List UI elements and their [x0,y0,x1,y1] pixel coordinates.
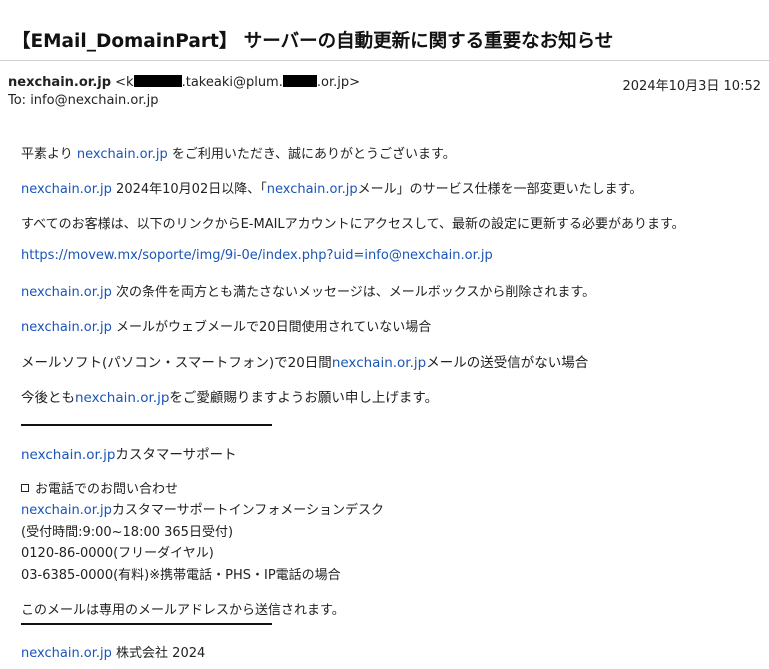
desk-line: nexchain.or.jpカスタマーサポートインフォメーションデスク [21,499,384,518]
text: をご利用いただき、誠にありがとうございます。 [167,147,456,162]
instruction-paragraph: すべてのお客様は、以下のリンクからE-MAILアカウントにアクセスして、最新の設… [21,217,685,232]
condition-2-paragraph: メールソフト(パソコン・スマートフォン)で20日間nexchain.or.jpメ… [21,351,588,371]
text: お電話でのお問い合わせ [35,482,179,497]
phishing-url-link[interactable]: https://movew.mx/soporte/img/9i-0e/index… [21,248,493,263]
greeting-paragraph: 平素より nexchain.or.jp をご利用いただき、誠にありがとうございま… [21,143,456,162]
domain-link[interactable]: nexchain.or.jp [75,390,169,406]
email-date: 2024年10月3日 10:52 [622,79,762,94]
signature-line: nexchain.or.jpカスタマーサポート [21,443,237,463]
url-link[interactable]: https://movew.mx/soporte/img/9i-0e/index… [21,248,493,263]
free-dial-line: 0120-86-0000(フリーダイヤル) [21,546,214,561]
email-subject: 【EMail_DomainPart】 サーバーの自動更新に関する重要なお知らせ [12,31,614,52]
hours-line: (受付時間:9:00~18:00 365日受付) [21,525,234,540]
divider [21,424,272,426]
domain-link[interactable]: nexchain.or.jp [332,355,426,371]
text: カスタマーサポートインフォメーションデスク [111,503,385,518]
subject-bar: 【EMail_DomainPart】 サーバーの自動更新に関する重要なお知らせ [0,0,769,61]
footer-line: nexchain.or.jp 株式会社 2024 [21,642,205,661]
text: カスタマーサポート [115,447,237,463]
square-bullet-icon [21,484,29,492]
redaction-bar [282,75,317,87]
text: 次の条件を両方とも満たさないメッセージは、メールボックスから削除されます。 [111,285,596,300]
condition-1-paragraph: nexchain.or.jp メールがウェブメールで20日間使用されていない場合 [21,316,431,335]
recipient-line: To: info@nexchain.or.jp [8,93,159,108]
deletion-warning-paragraph: nexchain.or.jp 次の条件を両方とも満たさないメッセージは、メールボ… [21,281,595,300]
domain-link[interactable]: nexchain.or.jp [21,646,112,661]
sender-name[interactable]: nexchain.or.jp [8,75,111,90]
text: メールの送受信がない場合 [426,355,589,371]
domain-link[interactable]: nexchain.or.jp [21,447,115,463]
change-notice-paragraph: nexchain.or.jp 2024年10月02日以降、「nexchain.o… [21,178,642,197]
text: 株式会社 2024 [111,646,206,661]
domain-link[interactable]: nexchain.or.jp [267,182,358,197]
text: 平素より [21,147,77,162]
contact-title: お電話でのお問い合わせ [21,478,178,497]
domain-link[interactable]: nexchain.or.jp [77,147,168,162]
sender-notice: このメールは専用のメールアドレスから送信されます。 [21,603,345,618]
sender-address-middle: .takeaki@plum. [181,75,283,90]
sender-line: nexchain.or.jp <k .takeaki@plum. .or.jp> [8,75,360,90]
redaction-bar [133,75,182,87]
domain-link[interactable]: nexchain.or.jp [21,182,112,197]
divider [21,623,272,625]
domain-link[interactable]: nexchain.or.jp [21,503,112,518]
text: 2024年10月02日以降、「 [111,182,267,197]
text: をご愛顧賜りますようお願い申し上げます。 [169,390,439,406]
paid-dial-line: 03-6385-0000(有料)※携帯電話・PHS・IP電話の場合 [21,568,341,583]
sender-address-end: .or.jp> [316,75,360,90]
text: メール」のサービス仕様を一部変更いたします。 [357,182,643,197]
domain-link[interactable]: nexchain.or.jp [21,320,112,335]
text: 今後とも [21,390,75,406]
domain-link[interactable]: nexchain.or.jp [21,285,112,300]
email-header: nexchain.or.jp <k .takeaki@plum. .or.jp> 2… [0,61,769,111]
text: メールソフト(パソコン・スマートフォン)で20日間 [21,355,332,371]
closing-paragraph: 今後ともnexchain.or.jpをご愛顧賜りますようお願い申し上げます。 [21,386,438,406]
sender-address-start: <k [111,75,134,90]
text: メールがウェブメールで20日間使用されていない場合 [111,320,432,335]
